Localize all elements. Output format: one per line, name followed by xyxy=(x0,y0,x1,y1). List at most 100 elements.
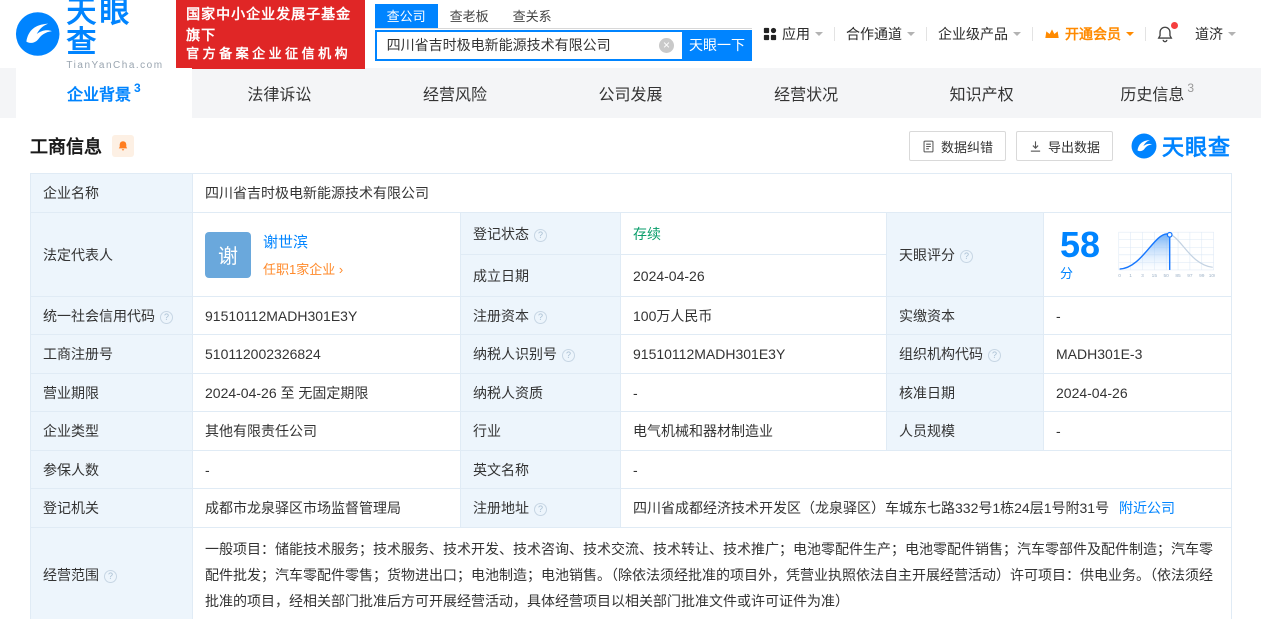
help-icon[interactable] xyxy=(534,310,547,324)
tab-label: 历史信息 xyxy=(1120,87,1185,104)
monitor-bell-button[interactable] xyxy=(112,135,134,157)
svg-text:3: 3 xyxy=(1141,272,1144,278)
data-correction-button[interactable]: 数据纠错 xyxy=(908,131,1006,161)
legal-rep-name-link[interactable]: 谢世滨 xyxy=(263,234,308,251)
taxpayer-id-label-text: 纳税人识别号 xyxy=(473,346,557,362)
help-icon[interactable] xyxy=(534,503,547,516)
clear-search-icon[interactable] xyxy=(659,37,674,53)
taxpayer-id-label: 纳税人识别号 xyxy=(460,334,621,374)
table-row: 法定代表人 谢 谢世滨 任职1家企业 登记状态 存续 天眼评分 58分 xyxy=(30,212,1233,297)
svg-text:85: 85 xyxy=(1175,272,1181,278)
tab-company-background[interactable]: 企业背景 3 xyxy=(16,68,192,118)
menu-apps[interactable]: 应用 xyxy=(752,24,834,44)
authority-value: 成都市龙泉驿区市场监督管理局 xyxy=(192,488,461,528)
scope-label-text: 经营范围 xyxy=(43,567,99,583)
chevron-down-icon xyxy=(1126,32,1134,40)
taxpayer-quality-value: - xyxy=(620,373,887,412)
tab-search-company[interactable]: 查公司 xyxy=(374,3,438,28)
table-row: 企业名称 四川省吉时极电新能源技术有限公司 xyxy=(30,173,1233,213)
menu-cooperation-label: 合作通道 xyxy=(846,26,902,42)
svg-text:100: 100 xyxy=(1208,272,1215,278)
svg-text:99: 99 xyxy=(1199,272,1205,278)
tianyancha-watermark: 天眼查 xyxy=(1131,130,1231,162)
tab-business-status[interactable]: 经营状况 xyxy=(718,68,894,118)
company-type-label: 企业类型 xyxy=(30,411,193,451)
help-icon[interactable] xyxy=(104,570,117,583)
reg-status-label-text: 登记状态 xyxy=(473,225,529,242)
search-input[interactable] xyxy=(386,37,659,53)
help-icon[interactable] xyxy=(960,249,973,263)
menu-cooperation[interactable]: 合作通道 xyxy=(835,24,926,44)
address-cell: 四川省成都经济技术开发区（龙泉驿区）车城东七路332号1栋24层1号附31号 附… xyxy=(619,488,1233,528)
org-code-value: MADH301E-3 xyxy=(1042,334,1233,374)
tab-label: 企业背景 xyxy=(66,87,131,104)
svg-text:1: 1 xyxy=(1129,272,1132,278)
legal-rep-companies-link[interactable]: 任职1家企业 xyxy=(263,259,343,278)
crown-icon xyxy=(1045,29,1059,38)
tianyancha-logo[interactable]: 天眼查 TianYanCha.com xyxy=(15,0,164,71)
help-icon[interactable] xyxy=(562,349,575,362)
official-credit-badge: 国家中小企业发展子基金旗下 官方备案企业征信机构 xyxy=(176,0,365,69)
score-cell: 58分 0 1 3 15 50 85 97 99 10 xyxy=(1042,212,1233,297)
company-nav-tabs: 企业背景 3 法律诉讼 经营风险 公司发展 经营状况 知识产权 历史信息 3 xyxy=(0,68,1261,118)
insured-count-value: - xyxy=(192,450,461,489)
reg-capital-value: 100万人民币 xyxy=(620,296,887,335)
credit-code-label-text: 统一社会信用代码 xyxy=(43,307,155,324)
notifications-bell[interactable] xyxy=(1146,22,1184,43)
table-row: 营业期限 2024-04-26 至 无固定期限 纳税人资质 - 核准日期 202… xyxy=(30,373,1233,412)
score-unit: 分 xyxy=(1060,266,1074,281)
help-icon[interactable] xyxy=(988,349,1001,362)
help-icon[interactable] xyxy=(160,310,173,324)
menu-vip[interactable]: 开通会员 xyxy=(1033,24,1145,44)
logo-text: 天眼查 xyxy=(66,0,133,59)
industry-value: 电气机械和器材制造业 xyxy=(620,411,887,451)
company-name-label: 企业名称 xyxy=(30,173,193,213)
legal-rep-avatar[interactable]: 谢 xyxy=(205,231,251,278)
export-data-button[interactable]: 导出数据 xyxy=(1015,131,1113,161)
menu-enterprise-label: 企业级产品 xyxy=(938,26,1008,42)
tianyancha-swirl-icon xyxy=(1131,133,1157,159)
tab-intellectual-property[interactable]: 知识产权 xyxy=(894,68,1070,118)
tab-label: 经营状况 xyxy=(774,87,839,104)
score-value: 58 xyxy=(1060,224,1101,265)
reg-status-label: 登记状态 xyxy=(460,212,621,255)
approval-date-label: 核准日期 xyxy=(886,373,1044,412)
notification-dot xyxy=(1171,22,1178,29)
table-row: 工商注册号 510112002326824 纳税人识别号 91510112MAD… xyxy=(30,334,1233,374)
english-name-value: - xyxy=(619,450,1233,489)
staff-size-value: - xyxy=(1042,411,1233,451)
status-badge: 存续 xyxy=(633,225,661,242)
section-title: 工商信息 xyxy=(30,137,102,157)
nearby-companies-link[interactable]: 附近公司 xyxy=(1119,500,1175,516)
top-header: 天眼查 TianYanCha.com 国家中小企业发展子基金旗下 官方备案企业征… xyxy=(0,0,1261,71)
address-label: 注册地址 xyxy=(460,488,621,528)
username: 道济 xyxy=(1195,26,1223,42)
tab-label: 公司发展 xyxy=(598,87,663,104)
search-button[interactable]: 天眼一下 xyxy=(682,29,752,61)
user-menu[interactable]: 道济 xyxy=(1184,24,1247,44)
insured-count-label: 参保人数 xyxy=(30,450,193,489)
authority-label: 登记机关 xyxy=(30,488,193,528)
org-code-label: 组织机构代码 xyxy=(886,334,1044,374)
badge-line2: 官方备案企业征信机构 xyxy=(186,45,352,61)
table-row: 统一社会信用代码 91510112MADH301E3Y 注册资本 100万人民币… xyxy=(30,296,1233,335)
tab-company-development[interactable]: 公司发展 xyxy=(543,68,719,118)
tab-count: 3 xyxy=(133,81,141,95)
table-row: 经营范围 一般项目：储能技术服务；技术服务、技术开发、技术咨询、技术交流、技术转… xyxy=(30,527,1233,619)
chevron-down-icon xyxy=(907,32,915,40)
menu-enterprise-products[interactable]: 企业级产品 xyxy=(927,24,1032,44)
tab-operational-risk[interactable]: 经营风险 xyxy=(367,68,543,118)
chevron-down-icon xyxy=(815,32,823,40)
tab-search-boss[interactable]: 查老板 xyxy=(438,4,501,28)
paid-capital-value: - xyxy=(1042,296,1233,335)
company-type-value: 其他有限责任公司 xyxy=(192,411,461,451)
scope-value: 一般项目：储能技术服务；技术服务、技术开发、技术咨询、技术交流、技术转让、技术推… xyxy=(191,527,1233,619)
help-icon[interactable] xyxy=(534,228,547,242)
svg-text:97: 97 xyxy=(1187,272,1193,278)
tab-history-info[interactable]: 历史信息 3 xyxy=(1069,68,1245,118)
tianyancha-swirl-icon xyxy=(15,12,60,56)
reg-status-value: 存续 xyxy=(620,212,887,255)
tab-search-relation[interactable]: 查关系 xyxy=(501,4,564,28)
org-code-label-text: 组织机构代码 xyxy=(899,346,983,362)
tab-legal-proceedings[interactable]: 法律诉讼 xyxy=(192,68,368,118)
